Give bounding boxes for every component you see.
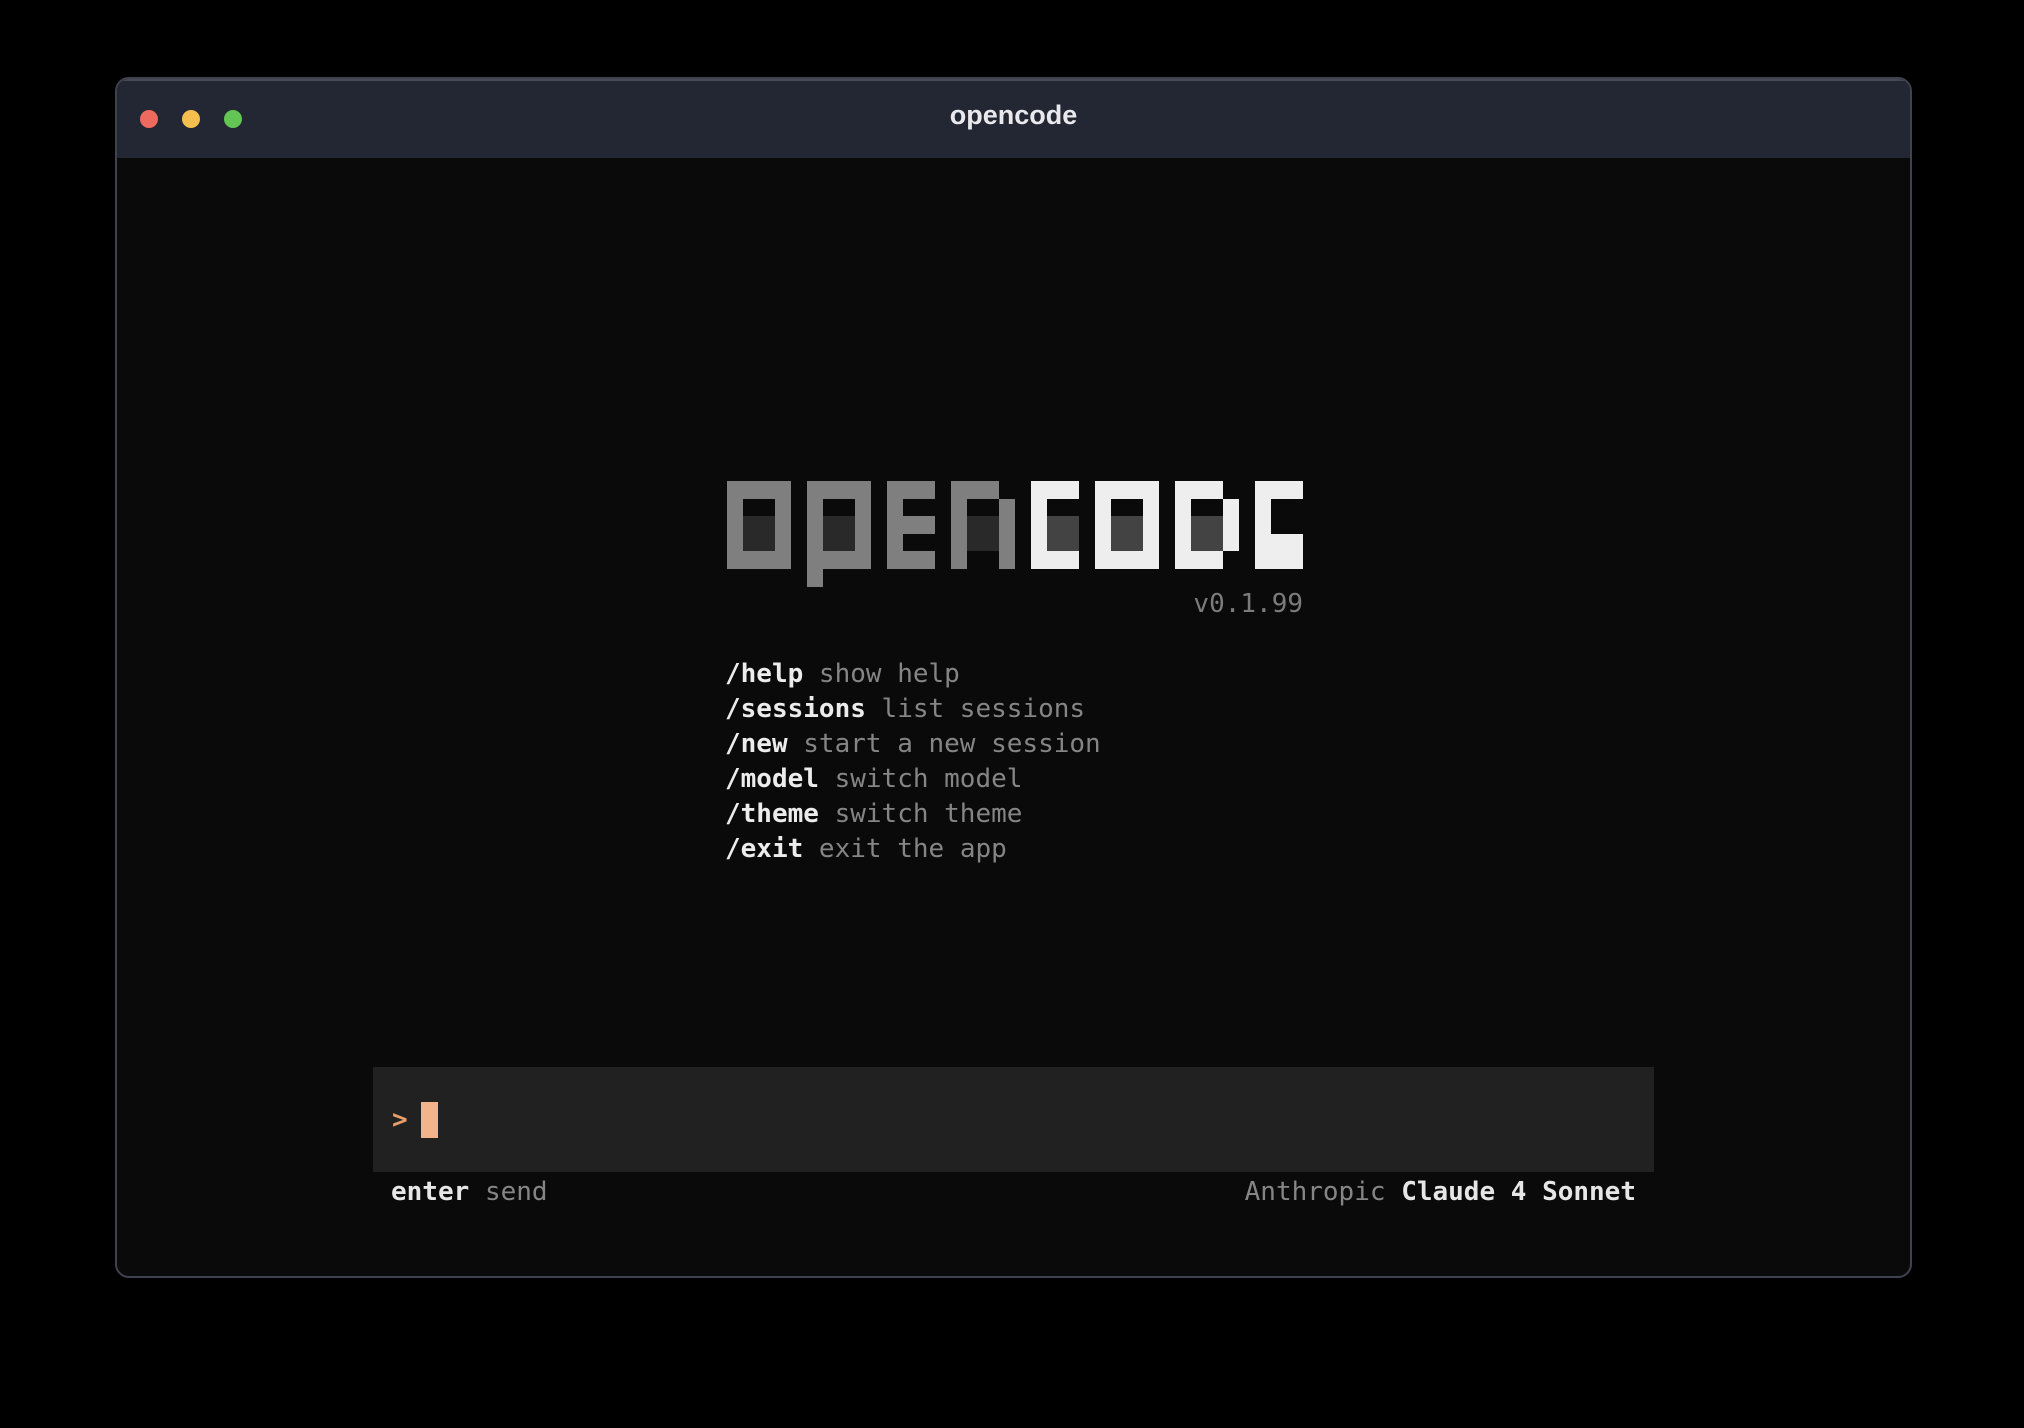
command-name: /exit (725, 834, 803, 864)
version-label: v0.1.99 (727, 589, 1303, 619)
window-title: opencode (950, 100, 1078, 131)
opencode-window: opencode v0.1.99 /help show help/session… (115, 77, 1912, 1278)
opencode-logo (727, 481, 1303, 587)
key-hint-key: enter (391, 1177, 469, 1207)
command-name: /new (725, 729, 788, 759)
prompt-input[interactable]: > (373, 1067, 1654, 1172)
status-bar: enter send Anthropic Claude 4 Sonnet (373, 1176, 1654, 1209)
close-button[interactable] (140, 110, 158, 128)
command-name: /sessions (725, 694, 866, 724)
model-indicator[interactable]: Anthropic Claude 4 Sonnet (1245, 1176, 1636, 1209)
command-name: /model (725, 764, 819, 794)
prompt-icon: > (392, 1105, 408, 1135)
fullscreen-button[interactable] (224, 110, 242, 128)
model-name: Claude 4 Sonnet (1401, 1177, 1636, 1207)
model-provider: Anthropic (1245, 1177, 1386, 1207)
command-item: /help show help (725, 657, 1101, 692)
command-description: show help (803, 659, 960, 689)
command-item: /new start a new session (725, 727, 1101, 762)
command-item: /theme switch theme (725, 797, 1101, 832)
command-name: /help (725, 659, 803, 689)
traffic-lights (140, 79, 242, 158)
opencode-logo-pixels (727, 481, 1303, 587)
command-description: switch theme (819, 799, 1023, 829)
text-cursor (421, 1102, 438, 1138)
terminal-content: v0.1.99 /help show help/sessions list se… (117, 158, 1910, 1276)
command-description: switch model (819, 764, 1023, 794)
command-item: /model switch model (725, 762, 1101, 797)
command-description: list sessions (866, 694, 1085, 724)
key-hint-action: send (485, 1177, 548, 1207)
window-titlebar[interactable]: opencode (117, 79, 1910, 158)
command-description: start a new session (788, 729, 1101, 759)
command-description: exit the app (803, 834, 1007, 864)
command-item: /sessions list sessions (725, 692, 1101, 727)
command-name: /theme (725, 799, 819, 829)
command-item: /exit exit the app (725, 832, 1101, 867)
command-list: /help show help/sessions list sessions/n… (725, 657, 1101, 867)
key-hint: enter send (391, 1176, 548, 1209)
minimize-button[interactable] (182, 110, 200, 128)
